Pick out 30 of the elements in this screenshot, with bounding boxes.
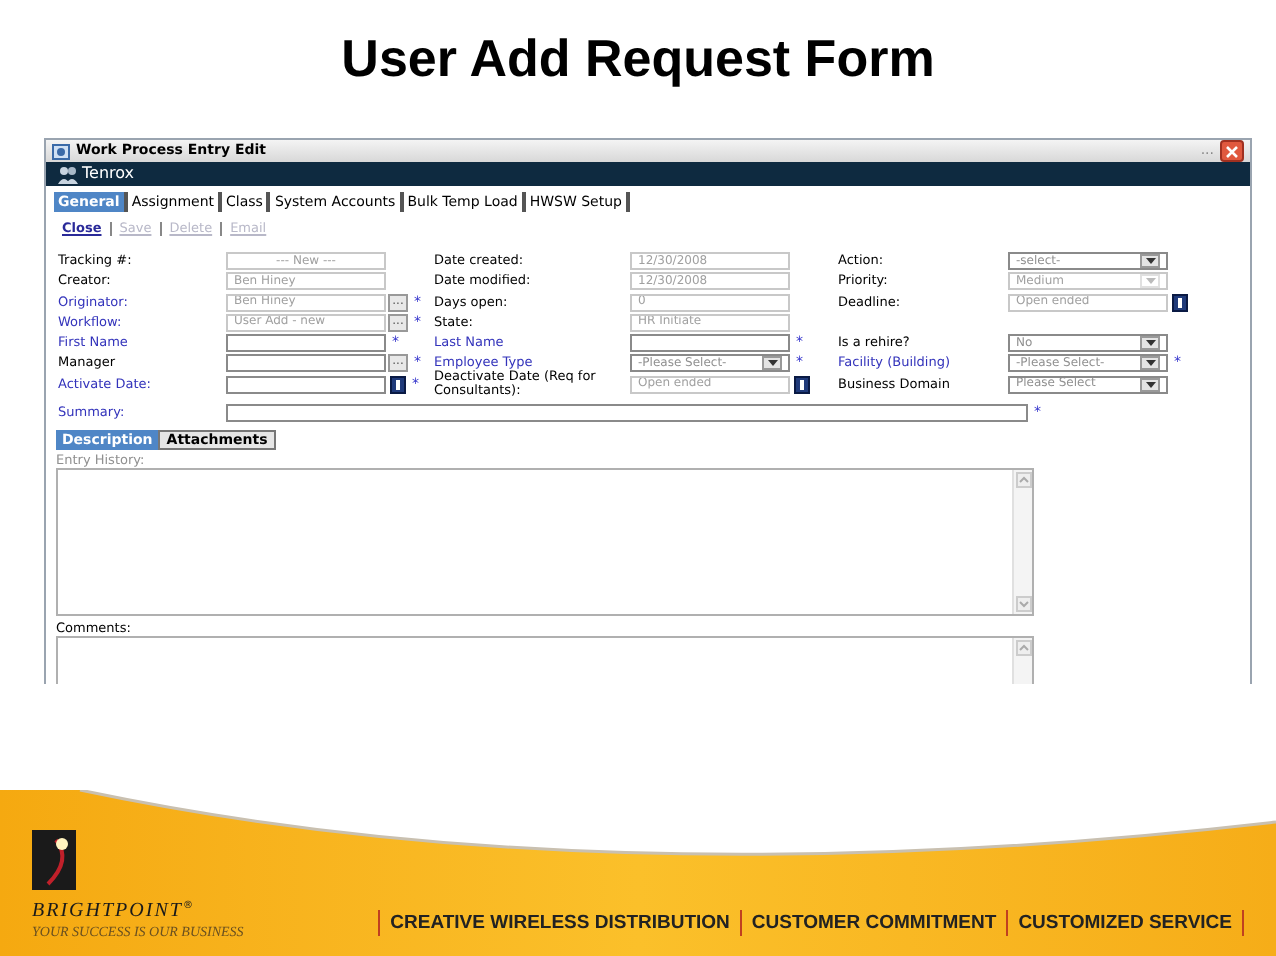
text-area[interactable] [56, 468, 1034, 617]
input-field[interactable] [226, 354, 386, 373]
tagline: CUSTOMER COMMITMENT [739, 910, 1007, 936]
tagline: CREATIVE WIRELESS DISTRIBUTION [378, 910, 740, 936]
calendar-icon[interactable] [1172, 293, 1188, 312]
dropdown-arrow-icon [762, 356, 782, 371]
dropdown-arrow-icon [1140, 377, 1160, 392]
people-icon [58, 165, 78, 183]
tagline: CUSTOMIZED SERVICE [1006, 910, 1244, 936]
scroll-up-icon[interactable] [1015, 640, 1031, 657]
input-field[interactable] [630, 334, 790, 353]
dropdown-arrow-icon [1140, 336, 1160, 351]
dropdown-arrow-icon [1140, 274, 1160, 289]
window-icon [52, 143, 70, 159]
close-button[interactable] [1220, 140, 1244, 162]
calendar-icon[interactable] [390, 375, 406, 394]
scroll-down-icon[interactable] [1015, 596, 1031, 613]
scroll-up-icon[interactable] [1015, 472, 1031, 489]
logo-icon [32, 830, 76, 890]
brand-name: Tenrox [82, 162, 135, 186]
company-name: BRIGHTPOINT [32, 902, 183, 922]
input-field[interactable] [226, 375, 386, 394]
input-field[interactable] [226, 334, 386, 353]
dropdown-arrow-icon [1140, 356, 1160, 371]
slide-title: User Add Request Form [341, 26, 935, 92]
scrollbar[interactable] [1012, 470, 1032, 615]
dropdown-arrow-icon [1140, 254, 1160, 268]
calendar-icon[interactable] [794, 375, 810, 394]
close-icon [1226, 145, 1238, 157]
input-field[interactable] [226, 404, 1028, 423]
